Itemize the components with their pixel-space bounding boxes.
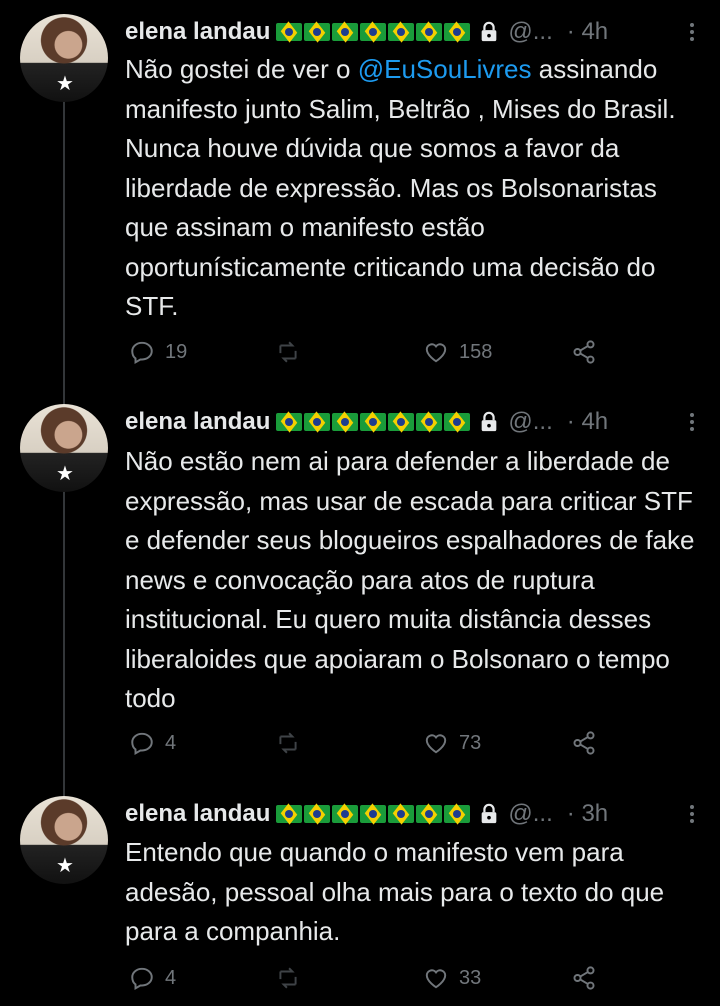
tweet-header: elena landau @... · 4h <box>125 14 608 50</box>
author-name[interactable]: elena landau <box>125 408 270 436</box>
tweet-text: Não estão nem ai para defender a liberda… <box>125 442 700 719</box>
author-handle[interactable]: @... <box>508 408 552 436</box>
heart-icon <box>425 343 447 363</box>
star-icon: ★ <box>56 463 74 485</box>
share-icon <box>573 731 595 755</box>
retweet-icon <box>279 732 297 754</box>
brazil-flag-icon <box>276 23 472 41</box>
retweet-button[interactable] <box>275 958 301 998</box>
tweet-time[interactable]: · 3h <box>567 800 608 828</box>
tweet-text-part: Não estão nem ai para defender a liberda… <box>125 446 695 713</box>
tweet[interactable]: ★ elena landau @... · 4h Não estão nem a… <box>0 390 720 780</box>
star-icon: ★ <box>56 855 74 877</box>
more-icon[interactable] <box>690 410 696 434</box>
like-button[interactable]: 33 <box>423 958 481 998</box>
share-button[interactable] <box>571 332 597 372</box>
tweet-time[interactable]: · 4h <box>567 408 608 436</box>
mention-link[interactable]: @EuSouLivres <box>358 54 532 84</box>
avatar[interactable]: ★ <box>20 404 108 492</box>
more-icon[interactable] <box>690 20 696 44</box>
lock-icon <box>482 21 497 42</box>
share-icon <box>573 340 595 364</box>
like-button[interactable]: 73 <box>423 723 481 763</box>
reply-button[interactable]: 19 <box>129 332 187 372</box>
author-handle[interactable]: @... <box>508 800 552 828</box>
avatar[interactable]: ★ <box>20 14 108 102</box>
time-value: 4h <box>581 18 609 45</box>
retweet-icon <box>279 341 297 363</box>
tweet[interactable]: ★ elena landau @... · 4h Não gostei de v… <box>0 0 720 390</box>
heart-icon <box>425 734 447 754</box>
reply-button[interactable]: 4 <box>129 723 176 763</box>
lock-icon <box>482 411 497 432</box>
tweet-text: Não gostei de ver o @EuSouLivres assinan… <box>125 50 700 327</box>
tweet-time[interactable]: · 4h <box>567 18 608 46</box>
like-count: 158 <box>459 340 493 363</box>
tweet-text-part: Não gostei de ver o <box>125 54 358 84</box>
reply-button[interactable]: 4 <box>129 958 176 998</box>
tweet-actions: 19 158 <box>125 332 685 372</box>
more-icon[interactable] <box>690 802 696 826</box>
star-icon: ★ <box>56 73 74 95</box>
reply-count: 19 <box>165 340 188 363</box>
tweet-text: Entendo que quando o manifesto vem para … <box>125 833 700 952</box>
reply-icon <box>131 967 153 990</box>
heart-icon <box>425 969 447 989</box>
like-count: 33 <box>459 966 482 989</box>
time-value: 3h <box>581 800 609 827</box>
reply-count: 4 <box>165 966 177 989</box>
author-handle[interactable]: @... <box>508 18 552 46</box>
retweet-icon <box>279 967 297 989</box>
brazil-flag-icon <box>276 805 472 823</box>
retweet-button[interactable] <box>275 723 301 763</box>
share-button[interactable] <box>571 958 597 998</box>
reply-icon <box>131 732 153 755</box>
retweet-button[interactable] <box>275 332 301 372</box>
reply-count: 4 <box>165 731 177 754</box>
share-button[interactable] <box>571 723 597 763</box>
tweet-text-part: assinando manifesto junto Salim, Beltrão… <box>125 54 676 321</box>
lock-icon <box>482 803 497 824</box>
brazil-flag-icon <box>276 413 472 431</box>
tweet-header: elena landau @... · 3h <box>125 796 608 832</box>
time-value: 4h <box>581 408 609 435</box>
tweet-actions: 4 33 <box>125 958 685 998</box>
tweet[interactable]: ★ elena landau @... · 3h Entendo que qua… <box>0 780 720 1006</box>
like-button[interactable]: 158 <box>423 332 492 372</box>
author-name[interactable]: elena landau <box>125 800 270 828</box>
author-name[interactable]: elena landau <box>125 18 270 46</box>
like-count: 73 <box>459 731 482 754</box>
tweet-text-part: Entendo que quando o manifesto vem para … <box>125 837 665 946</box>
reply-icon <box>131 341 153 364</box>
avatar[interactable]: ★ <box>20 796 108 884</box>
tweet-header: elena landau @... · 4h <box>125 404 608 440</box>
share-icon <box>573 966 595 990</box>
tweet-actions: 4 73 <box>125 723 685 763</box>
